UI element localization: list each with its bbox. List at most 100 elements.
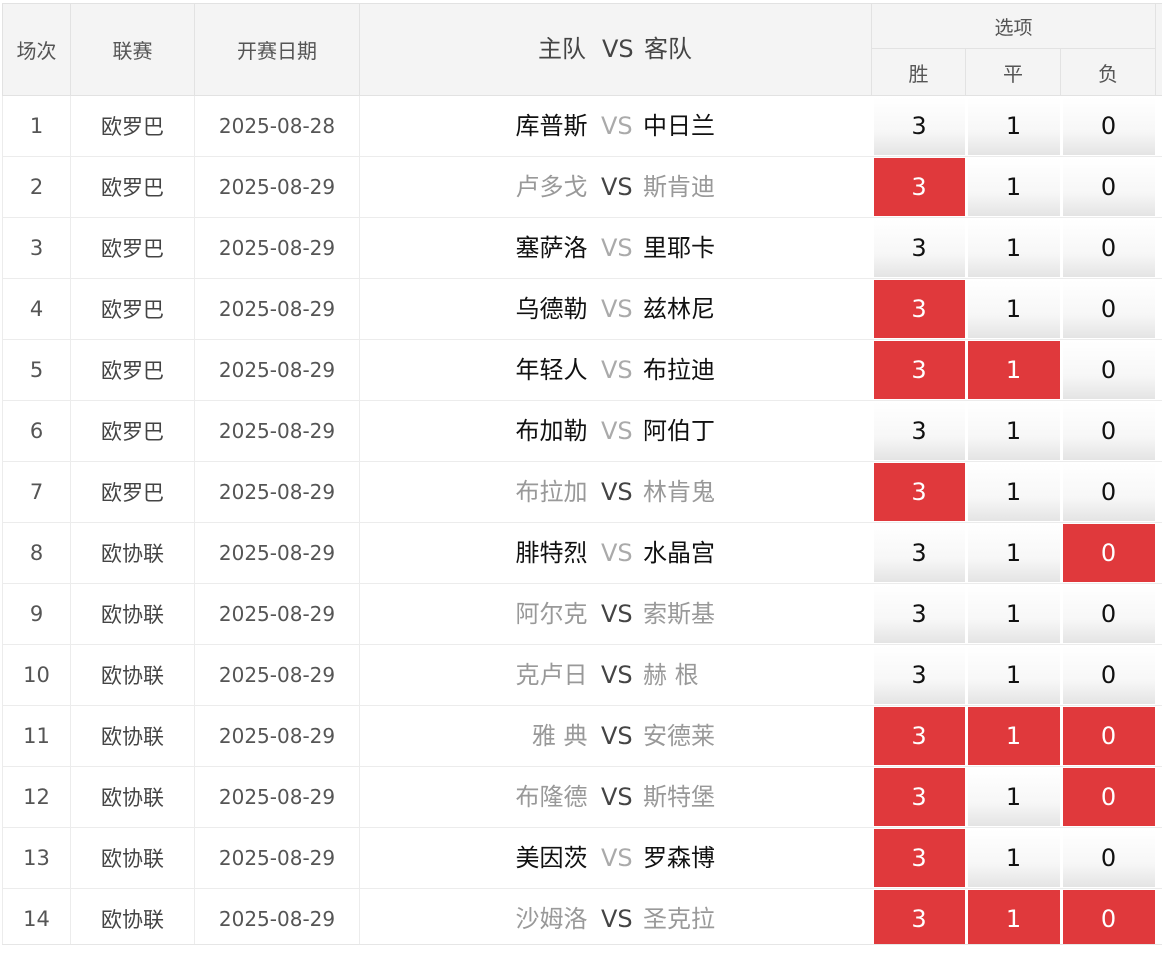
home-team: 乌德勒	[515, 295, 588, 323]
header-spacer	[1155, 3, 1162, 96]
away-team: 里耶卡	[643, 234, 715, 262]
draw-option-button[interactable]: 1	[967, 829, 1060, 887]
row-date: 2025-08-29	[194, 278, 360, 340]
lose-option-button[interactable]: 0	[1062, 463, 1155, 521]
row-seq: 2	[2, 156, 71, 218]
lose-cell: 0	[1060, 461, 1156, 523]
away-team: 罗森博	[643, 844, 715, 872]
win-option-button[interactable]: 3	[873, 158, 965, 216]
draw-cell: 1	[965, 339, 1061, 401]
win-option-button[interactable]: 3	[873, 97, 965, 155]
row-spacer	[1155, 583, 1162, 645]
draw-option-button[interactable]: 1	[967, 524, 1060, 582]
lose-cell: 0	[1060, 400, 1156, 462]
lose-option-button[interactable]: 0	[1062, 97, 1155, 155]
header-lose: 负	[1060, 48, 1156, 96]
table-row: 3 欧罗巴 2025-08-29 塞萨洛 VS 里耶卡 3 1 0	[2, 217, 1162, 279]
table-row: 9 欧协联 2025-08-29 阿尔克 VS 索斯基 3 1 0	[2, 583, 1162, 645]
header-date: 开赛日期	[194, 3, 360, 96]
vs-label: VS	[601, 783, 633, 811]
away-team: 索斯基	[643, 600, 715, 628]
lose-cell: 0	[1060, 95, 1156, 157]
lose-option-button[interactable]: 0	[1062, 768, 1155, 826]
row-league: 欧协联	[70, 583, 195, 645]
draw-option-button[interactable]: 1	[967, 890, 1060, 944]
table-row: 12 欧协联 2025-08-29 布隆德 VS 斯特堡 3 1 0	[2, 766, 1162, 828]
lose-cell: 0	[1060, 522, 1156, 584]
lose-option-button[interactable]: 0	[1062, 402, 1155, 460]
home-team: 库普斯	[515, 112, 588, 140]
win-option-button[interactable]: 3	[873, 463, 965, 521]
win-option-button[interactable]: 3	[873, 829, 965, 887]
draw-option-button[interactable]: 1	[967, 402, 1060, 460]
row-date: 2025-08-29	[194, 522, 360, 584]
win-cell: 3	[871, 339, 966, 401]
win-option-button[interactable]: 3	[873, 585, 965, 643]
draw-option-button[interactable]: 1	[967, 646, 1060, 704]
vs-label: VS	[601, 173, 633, 201]
lose-option-button[interactable]: 0	[1062, 219, 1155, 277]
row-date: 2025-08-29	[194, 583, 360, 645]
win-option-button[interactable]: 3	[873, 768, 965, 826]
lose-cell: 0	[1060, 339, 1156, 401]
lose-option-button[interactable]: 0	[1062, 280, 1155, 338]
row-league: 欧罗巴	[70, 156, 195, 218]
draw-option-button[interactable]: 1	[967, 97, 1060, 155]
win-cell: 3	[871, 583, 966, 645]
draw-option-button[interactable]: 1	[967, 585, 1060, 643]
lose-option-button[interactable]: 0	[1062, 646, 1155, 704]
draw-option-button[interactable]: 1	[967, 219, 1060, 277]
lose-cell: 0	[1060, 766, 1156, 828]
home-team: 雅 典	[531, 722, 588, 750]
win-cell: 3	[871, 278, 966, 340]
lose-option-button[interactable]: 0	[1062, 524, 1155, 582]
win-cell: 3	[871, 705, 966, 767]
row-match: 克卢日 VS 赫 根	[359, 644, 872, 706]
draw-option-button[interactable]: 1	[967, 707, 1060, 765]
win-cell: 3	[871, 461, 966, 523]
lose-option-button[interactable]: 0	[1062, 158, 1155, 216]
vs-label: VS	[601, 478, 633, 506]
row-seq: 11	[2, 705, 71, 767]
lose-option-button[interactable]: 0	[1062, 707, 1155, 765]
lose-option-button[interactable]: 0	[1062, 829, 1155, 887]
draw-option-button[interactable]: 1	[967, 768, 1060, 826]
row-seq: 13	[2, 827, 71, 889]
row-match: 布加勒 VS 阿伯丁	[359, 400, 872, 462]
home-team: 塞萨洛	[515, 234, 588, 262]
draw-cell: 1	[965, 400, 1061, 462]
row-spacer	[1155, 339, 1162, 401]
lose-cell: 0	[1060, 156, 1156, 218]
home-team: 布拉加	[515, 478, 588, 506]
win-option-button[interactable]: 3	[873, 402, 965, 460]
win-option-button[interactable]: 3	[873, 280, 965, 338]
row-league: 欧协联	[70, 888, 195, 944]
table-body: 1 欧罗巴 2025-08-28 库普斯 VS 中日兰 3 1 0 2 欧罗巴 …	[2, 95, 1162, 944]
win-cell: 3	[871, 95, 966, 157]
lose-cell: 0	[1060, 217, 1156, 279]
row-spacer	[1155, 766, 1162, 828]
table-row: 5 欧罗巴 2025-08-29 年轻人 VS 布拉迪 3 1 0	[2, 339, 1162, 401]
win-option-button[interactable]: 3	[873, 219, 965, 277]
win-option-button[interactable]: 3	[873, 890, 965, 944]
vs-label: VS	[601, 905, 633, 933]
win-option-button[interactable]: 3	[873, 341, 965, 399]
win-option-button[interactable]: 3	[873, 524, 965, 582]
draw-option-button[interactable]: 1	[967, 463, 1060, 521]
draw-option-button[interactable]: 1	[967, 280, 1060, 338]
match-table: 场次 联赛 开赛日期 主队 VS 客队 选项 胜 平 负 1 欧罗巴 2025-…	[2, 3, 1162, 944]
row-date: 2025-08-29	[194, 766, 360, 828]
lose-option-button[interactable]: 0	[1062, 341, 1155, 399]
win-option-button[interactable]: 3	[873, 707, 965, 765]
home-team: 年轻人	[515, 356, 588, 384]
row-date: 2025-08-29	[194, 217, 360, 279]
row-league: 欧协联	[70, 522, 195, 584]
lose-option-button[interactable]: 0	[1062, 585, 1155, 643]
header-vs: VS	[602, 35, 634, 63]
win-option-button[interactable]: 3	[873, 646, 965, 704]
home-team: 沙姆洛	[515, 905, 588, 933]
lose-option-button[interactable]: 0	[1062, 890, 1155, 944]
draw-option-button[interactable]: 1	[967, 158, 1060, 216]
table-row: 2 欧罗巴 2025-08-29 卢多戈 VS 斯肯迪 3 1 0	[2, 156, 1162, 218]
draw-option-button[interactable]: 1	[967, 341, 1060, 399]
